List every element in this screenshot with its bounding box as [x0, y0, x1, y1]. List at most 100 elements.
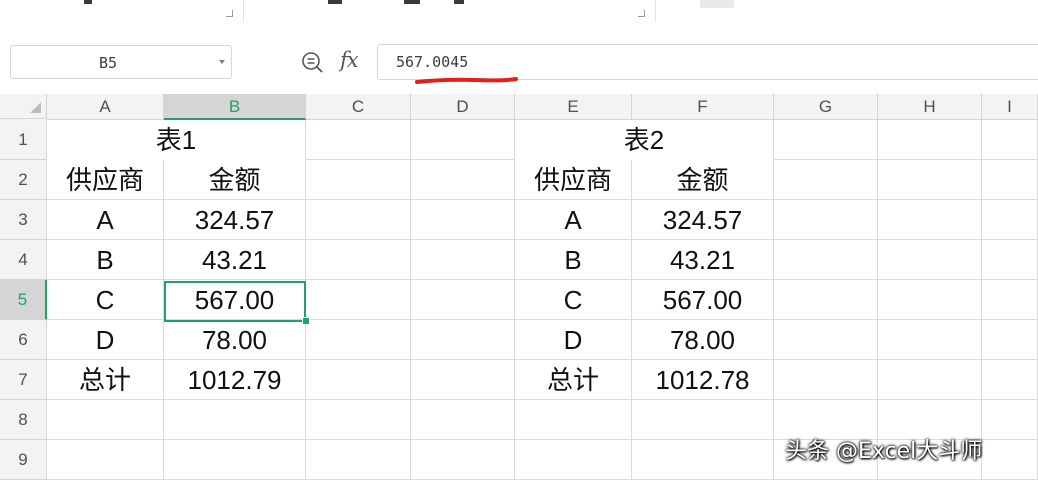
cell-g6[interactable] [774, 320, 878, 360]
cell-b9[interactable] [164, 440, 306, 480]
cell-e9[interactable] [515, 440, 632, 480]
cell-b8[interactable] [164, 400, 306, 440]
column-header-c[interactable]: C [306, 94, 411, 120]
cell-e6[interactable]: D [515, 320, 632, 360]
cell-a7[interactable]: 总计 [47, 360, 164, 400]
cell-c1[interactable] [306, 120, 411, 160]
cell-d7[interactable] [411, 360, 515, 400]
cell-c3[interactable] [306, 200, 411, 240]
cell-a8[interactable] [47, 400, 164, 440]
column-header-a[interactable]: A [47, 94, 164, 120]
cell-c6[interactable] [306, 320, 411, 360]
cell-a6[interactable]: D [47, 320, 164, 360]
column-header-b[interactable]: B [164, 94, 306, 120]
cell-i6[interactable] [982, 320, 1038, 360]
row-header-3[interactable]: 3 [0, 200, 47, 240]
cell-a4[interactable]: B [47, 240, 164, 280]
cell-a9[interactable] [47, 440, 164, 480]
row-header-2[interactable]: 2 [0, 160, 47, 200]
ribbon-group-expander[interactable] [638, 10, 645, 17]
cell-f4[interactable]: 43.21 [632, 240, 774, 280]
cell-e1[interactable]: 表2 [515, 120, 774, 160]
cell-f5[interactable]: 567.00 [632, 280, 774, 320]
cell-i4[interactable] [982, 240, 1038, 280]
cell-e8[interactable] [515, 400, 632, 440]
cell-g4[interactable] [774, 240, 878, 280]
column-header-e[interactable]: E [515, 94, 632, 120]
cell-h3[interactable] [878, 200, 982, 240]
cell-g3[interactable] [774, 200, 878, 240]
cell-d5[interactable] [411, 280, 515, 320]
cell-c9[interactable] [306, 440, 411, 480]
cell-c7[interactable] [306, 360, 411, 400]
cell-g2[interactable] [774, 160, 878, 200]
cell-b2[interactable]: 金额 [164, 160, 306, 200]
cell-b5[interactable]: 567.00 [164, 280, 306, 320]
cell-g7[interactable] [774, 360, 878, 400]
cell-a2[interactable]: 供应商 [47, 160, 164, 200]
cell-c4[interactable] [306, 240, 411, 280]
cell-d6[interactable] [411, 320, 515, 360]
cell-i1[interactable] [982, 120, 1038, 160]
column-header-h[interactable]: H [878, 94, 982, 120]
cell-c2[interactable] [306, 160, 411, 200]
ribbon-button[interactable] [700, 0, 734, 8]
row-header-6[interactable]: 6 [0, 320, 47, 360]
cell-d3[interactable] [411, 200, 515, 240]
cell-f7[interactable]: 1012.78 [632, 360, 774, 400]
cell-a5[interactable]: C [47, 280, 164, 320]
cell-h2[interactable] [878, 160, 982, 200]
cell-c8[interactable] [306, 400, 411, 440]
row-header-5[interactable]: 5 [0, 280, 47, 320]
cell-h4[interactable] [878, 240, 982, 280]
column-header-i[interactable]: I [982, 94, 1038, 120]
cell-e5[interactable]: C [515, 280, 632, 320]
column-header-g[interactable]: G [774, 94, 878, 120]
cell-i7[interactable] [982, 360, 1038, 400]
cell-b4[interactable]: 43.21 [164, 240, 306, 280]
cell-d2[interactable] [411, 160, 515, 200]
cell-e3[interactable]: A [515, 200, 632, 240]
cell-e4[interactable]: B [515, 240, 632, 280]
cell-g1[interactable] [774, 120, 878, 160]
cell-i5[interactable] [982, 280, 1038, 320]
cell-d9[interactable] [411, 440, 515, 480]
cell-b6[interactable]: 78.00 [164, 320, 306, 360]
cell-f3[interactable]: 324.57 [632, 200, 774, 240]
row-header-8[interactable]: 8 [0, 400, 47, 440]
cell-a1[interactable]: 表1 [47, 120, 306, 160]
cell-h7[interactable] [878, 360, 982, 400]
cell-i9[interactable] [982, 440, 1038, 480]
select-all-button[interactable] [0, 94, 47, 119]
cell-c5[interactable] [306, 280, 411, 320]
name-box[interactable]: B5 [10, 45, 232, 79]
cell-e7[interactable]: 总计 [515, 360, 632, 400]
cell-d1[interactable] [411, 120, 515, 160]
cell-d8[interactable] [411, 400, 515, 440]
cell-d4[interactable] [411, 240, 515, 280]
cell-i3[interactable] [982, 200, 1038, 240]
fill-handle[interactable] [302, 317, 310, 325]
cell-i8[interactable] [982, 400, 1038, 440]
cell-h5[interactable] [878, 280, 982, 320]
cell-f6[interactable]: 78.00 [632, 320, 774, 360]
cell-f9[interactable] [632, 440, 774, 480]
cell-g5[interactable] [774, 280, 878, 320]
row-header-4[interactable]: 4 [0, 240, 47, 280]
zoom-icon[interactable] [300, 50, 326, 76]
fx-icon[interactable]: fx [340, 48, 359, 72]
column-header-d[interactable]: D [411, 94, 515, 120]
cell-b3[interactable]: 324.57 [164, 200, 306, 240]
cell-b7[interactable]: 1012.79 [164, 360, 306, 400]
row-header-9[interactable]: 9 [0, 440, 47, 480]
ribbon-group-expander[interactable] [226, 10, 233, 17]
cell-h1[interactable] [878, 120, 982, 160]
chevron-down-icon[interactable] [219, 60, 225, 64]
row-header-1[interactable]: 1 [0, 120, 47, 160]
cell-i2[interactable] [982, 160, 1038, 200]
cell-f2[interactable]: 金额 [632, 160, 774, 200]
cell-h6[interactable] [878, 320, 982, 360]
column-header-f[interactable]: F [632, 94, 774, 120]
formula-input[interactable]: 567.0045 [377, 44, 1038, 80]
cell-a3[interactable]: A [47, 200, 164, 240]
